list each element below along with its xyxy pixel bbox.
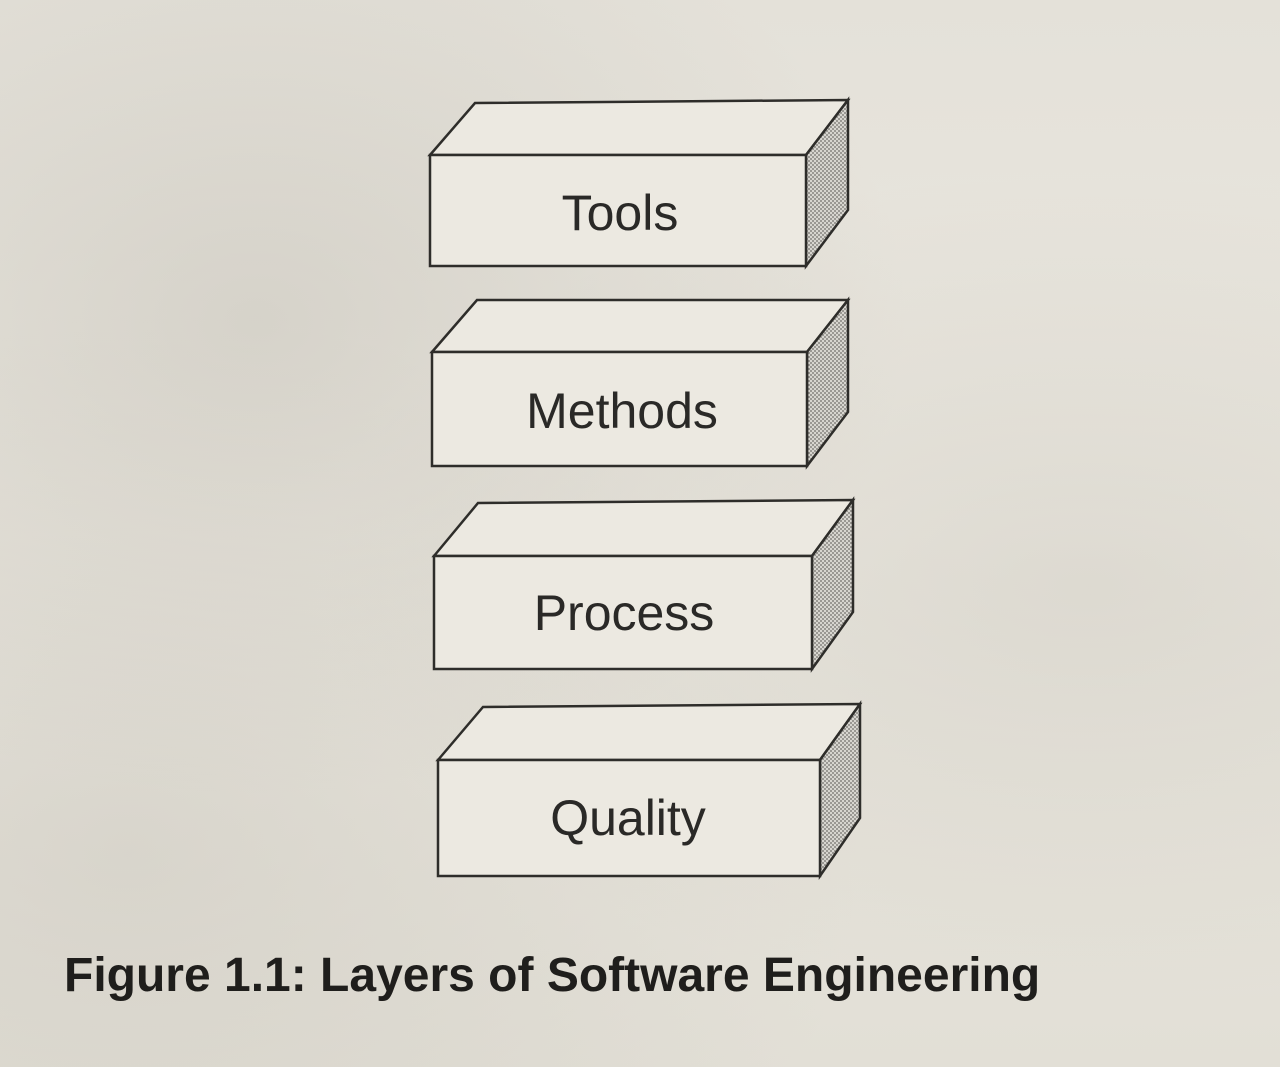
block-top-face	[435, 702, 863, 762]
block-top-face	[427, 98, 851, 157]
layers-diagram: Tools Methods Process Quality	[427, 96, 863, 881]
layer-label-quality: Quality	[550, 790, 706, 846]
layer-block-methods: Methods	[429, 296, 851, 470]
layer-label-process: Process	[534, 585, 715, 641]
layer-label-tools: Tools	[562, 185, 679, 241]
layer-block-quality: Quality	[435, 700, 863, 881]
layer-block-tools: Tools	[427, 96, 851, 270]
layer-label-methods: Methods	[526, 383, 718, 439]
figure-caption: Figure 1.1: Layers of Software Engineeri…	[64, 949, 1041, 1002]
block-top-face	[429, 298, 851, 354]
block-top-face	[431, 498, 856, 558]
layer-block-process: Process	[431, 496, 856, 673]
page: Tools Methods Process Quality Figure 1.1…	[0, 0, 1280, 1067]
